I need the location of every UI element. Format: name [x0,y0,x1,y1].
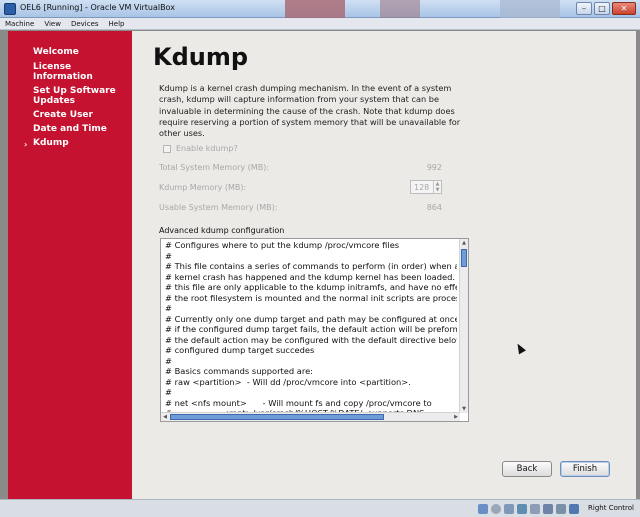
titlebar-obscured-region [285,0,345,18]
scroll-left-icon[interactable]: ◀ [161,413,169,421]
enable-kdump-label: Enable kdump? [176,144,238,153]
advanced-config-label: Advanced kdump configuration [159,226,285,235]
shared-folders-icon[interactable] [530,504,540,514]
usb-icon[interactable] [504,504,514,514]
config-line: # the root filesystem is mounted and the… [165,292,457,303]
page-description: Kdump is a kernel crash dumping mechanis… [159,83,461,139]
spinner-arrows-icon[interactable]: ▲ ▼ [433,181,441,193]
sidebar-item-create-user: Create User [33,110,93,120]
usable-memory-value: 864 [426,203,442,212]
main-content: Kdump Kdump is a kernel crash dumping me… [132,31,636,499]
config-line: # [165,250,172,261]
window-title: OEL6 [Running] - Oracle VM VirtualBox [20,3,175,12]
config-line: # [165,387,172,397]
config-line: # kernel crash has happened and the kdum… [165,271,457,282]
sidebar-item-license: License Information [33,62,93,82]
firstboot-sidebar: Welcome License Information Set Up Softw… [8,31,132,499]
usable-memory-label: Usable System Memory (MB): [159,203,278,212]
menu-help[interactable]: Help [104,18,130,29]
kdump-memory-spinner[interactable]: 128 ▲ ▼ [410,180,442,194]
back-button[interactable]: Back [502,461,552,477]
advanced-config-textarea[interactable]: # Configures where to put the kdump /pro… [160,238,469,422]
window-titlebar: OEL6 [Running] - Oracle VM VirtualBox – … [0,0,640,18]
titlebar-obscured-region [380,0,420,18]
horizontal-scroll-thumb[interactable] [170,414,384,420]
hard-disk-icon[interactable] [478,504,488,514]
window-controls: – □ ✕ [576,2,636,15]
minimize-button[interactable]: – [576,2,592,15]
sidebar-item-welcome: Welcome [33,47,79,57]
config-text[interactable]: # Configures where to put the kdump /pro… [165,240,457,412]
network-icon[interactable] [517,504,527,514]
config-line: # the default action may be configured w… [165,334,457,345]
sidebar-item-kdump: Kdump [33,138,69,148]
maximize-button[interactable]: □ [594,2,610,15]
scroll-right-icon[interactable]: ▶ [452,413,460,421]
config-line: # Currently only one dump target and pat… [165,313,457,324]
kdump-memory-value: 128 [414,183,430,192]
total-memory-label: Total System Memory (MB): [159,163,270,172]
config-line: # configured dump target succedes [165,345,315,355]
video-capture-icon[interactable] [556,504,566,514]
guest-screen: Welcome License Information Set Up Softw… [8,31,636,499]
config-line: # this file are only applicable to the k… [165,282,457,292]
current-step-marker: › [24,140,28,149]
enable-kdump-checkbox[interactable] [163,144,171,153]
sidebar-item-date-time: Date and Time [33,124,107,134]
vm-statusbar: Right Control [0,499,640,517]
config-line: # [165,303,172,313]
optical-drive-icon[interactable] [491,504,501,514]
config-line: # if the configured dump target fails, t… [165,324,457,334]
kdump-memory-label: Kdump Memory (MB): [159,183,247,192]
vertical-scroll-thumb[interactable] [461,249,467,267]
total-memory-value: 992 [426,163,442,172]
menubar: Machine View Devices Help [0,18,640,30]
page-title: Kdump [153,43,249,71]
config-line: # This file contains a series of command… [165,261,457,271]
config-line: # raw <partition> - Will dd /proc/vmcore… [165,376,411,387]
mouse-integration-icon[interactable] [569,504,579,514]
close-button[interactable]: ✕ [612,2,636,15]
host-key-label: Right Control [588,504,634,512]
vertical-scrollbar[interactable]: ▲ ▼ [459,239,468,413]
menu-machine[interactable]: Machine [0,18,39,29]
menu-view[interactable]: View [39,18,66,29]
menu-devices[interactable]: Devices [66,18,104,29]
enable-kdump-row: Enable kdump? [163,144,238,153]
scroll-up-icon[interactable]: ▲ [460,239,468,247]
titlebar-obscured-region [500,0,560,18]
horizontal-scrollbar[interactable]: ◀ ▶ [161,412,460,421]
config-line: # net <nfs mount> - Will mount fs and co… [165,397,432,408]
config-line: # Basics commands supported are: [165,366,313,376]
sidebar-item-software-updates: Set Up Software Updates [33,86,116,106]
config-line: # [165,355,172,366]
config-line: # Configures where to put the kdump /pro… [165,240,400,250]
virtualbox-icon [4,3,16,15]
display-icon[interactable] [543,504,553,514]
scroll-down-icon[interactable]: ▼ [460,405,468,413]
finish-button[interactable]: Finish [560,461,610,477]
